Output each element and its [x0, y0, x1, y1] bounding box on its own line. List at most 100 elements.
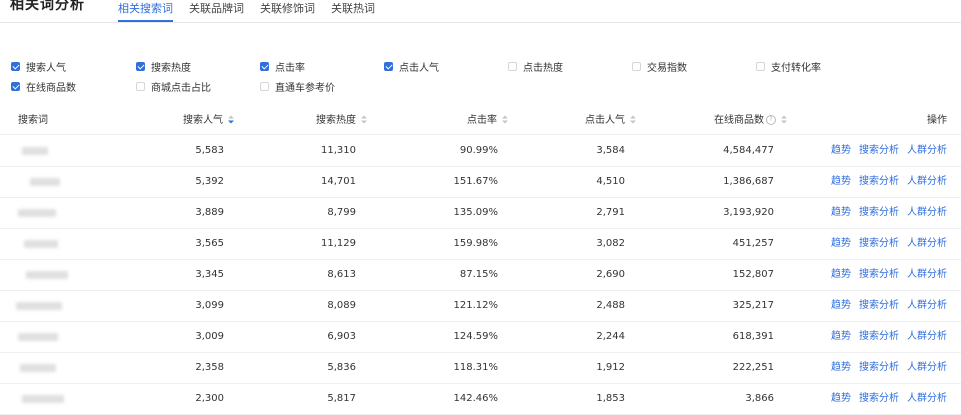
checkbox-label: 支付转化率	[771, 63, 821, 74]
row-actions: 趋势 搜索分析 人群分析	[823, 135, 947, 166]
cell-click-popularity: 1,912	[596, 362, 625, 373]
trend-link[interactable]: 趋势	[831, 331, 851, 342]
checkbox-icon[interactable]	[384, 62, 393, 71]
term-cell-redacted[interactable]	[26, 271, 68, 279]
table-header: 搜索词 搜索人气 搜索热度 点击率 点击人气 在线商品数? 操作	[0, 108, 961, 135]
column-header-label: 点击人气	[585, 115, 625, 126]
checkbox-icon[interactable]	[260, 82, 269, 91]
table-row: 3,889 8,799 135.09% 2,791 3,193,920 趋势 搜索分析 人群分…	[0, 197, 961, 229]
cell-search-heat: 8,799	[327, 207, 356, 218]
checkbox-icon[interactable]	[11, 62, 20, 71]
crowd-analysis-link[interactable]: 人群分析	[907, 176, 947, 187]
cell-online-items: 325,217	[732, 300, 774, 311]
trend-link[interactable]: 趋势	[831, 362, 851, 373]
crowd-analysis-link[interactable]: 人群分析	[907, 269, 947, 280]
checkbox-icon[interactable]	[11, 82, 20, 91]
row-actions: 趋势 搜索分析 人群分析	[823, 228, 947, 259]
crowd-analysis-link[interactable]: 人群分析	[907, 207, 947, 218]
cell-click-popularity: 3,082	[596, 238, 625, 249]
trend-link[interactable]: 趋势	[831, 207, 851, 218]
term-cell-redacted[interactable]	[18, 209, 56, 217]
tab-related-search-terms[interactable]: 相关搜索词	[118, 0, 173, 22]
crowd-analysis-link[interactable]: 人群分析	[907, 362, 947, 373]
sort-icon[interactable]	[781, 115, 787, 124]
metric-checkbox-ctr[interactable]: 点击率	[260, 59, 305, 74]
search-analysis-link[interactable]: 搜索分析	[859, 145, 899, 156]
crowd-analysis-link[interactable]: 人群分析	[907, 300, 947, 311]
metric-checkbox-ztc-ref-price[interactable]: 直通车参考价	[260, 79, 335, 94]
checkbox-icon[interactable]	[508, 62, 517, 71]
crowd-analysis-link[interactable]: 人群分析	[907, 238, 947, 249]
sort-icon[interactable]	[361, 115, 367, 124]
tab-related-brand-terms[interactable]: 关联品牌词	[189, 0, 244, 22]
term-cell-redacted[interactable]	[18, 333, 58, 341]
trend-link[interactable]: 趋势	[831, 393, 851, 404]
metric-checkbox-online-items[interactable]: 在线商品数	[11, 79, 76, 94]
table-row: 2,358 5,836 118.31% 1,912 222,251 趋势 搜索分析 人群分析	[0, 352, 961, 384]
search-analysis-link[interactable]: 搜索分析	[859, 331, 899, 342]
cell-online-items: 618,391	[732, 331, 774, 342]
metric-checkbox-mall-click-share[interactable]: 商城点击占比	[136, 79, 211, 94]
crowd-analysis-link[interactable]: 人群分析	[907, 393, 947, 404]
trend-link[interactable]: 趋势	[831, 269, 851, 280]
term-cell-redacted[interactable]	[16, 302, 62, 310]
column-header-search-heat[interactable]: 搜索热度	[316, 108, 367, 134]
metric-checkbox-search-heat[interactable]: 搜索热度	[136, 59, 191, 74]
search-analysis-link[interactable]: 搜索分析	[859, 238, 899, 249]
cell-ctr: 118.31%	[453, 362, 499, 373]
tab-related-modifier-terms[interactable]: 关联修饰词	[260, 0, 315, 22]
term-cell-redacted[interactable]	[30, 178, 60, 186]
column-header-actions: 操作	[927, 115, 947, 126]
checkbox-label: 交易指数	[647, 63, 687, 74]
sort-icon[interactable]	[630, 115, 636, 124]
search-analysis-link[interactable]: 搜索分析	[859, 362, 899, 373]
crowd-analysis-link[interactable]: 人群分析	[907, 145, 947, 156]
checkbox-label: 点击热度	[523, 63, 563, 74]
sort-icon[interactable]	[502, 115, 508, 124]
column-header-ctr[interactable]: 点击率	[467, 108, 508, 134]
term-cell-redacted[interactable]	[20, 364, 56, 372]
checkbox-label: 搜索人气	[26, 63, 66, 74]
cell-click-popularity: 2,690	[596, 269, 625, 280]
checkbox-icon[interactable]	[136, 62, 145, 71]
checkbox-icon[interactable]	[756, 62, 765, 71]
search-analysis-link[interactable]: 搜索分析	[859, 300, 899, 311]
table-row: 2,300 5,817 142.46% 1,853 3,866 趋势 搜索分析 人群分析	[0, 383, 961, 415]
term-cell-redacted[interactable]	[22, 395, 64, 403]
trend-link[interactable]: 趋势	[831, 238, 851, 249]
cell-search-popularity: 3,565	[195, 238, 224, 249]
tab-related-hot-terms[interactable]: 关联热词	[331, 0, 375, 22]
sort-desc-active-icon[interactable]	[228, 115, 234, 124]
cell-online-items: 4,584,477	[723, 145, 774, 156]
trend-link[interactable]: 趋势	[831, 176, 851, 187]
search-analysis-link[interactable]: 搜索分析	[859, 393, 899, 404]
metric-checkbox-search-popularity[interactable]: 搜索人气	[11, 59, 66, 74]
table-row: 3,009 6,903 124.59% 2,244 618,391 趋势 搜索分析 人群分析	[0, 321, 961, 353]
crowd-analysis-link[interactable]: 人群分析	[907, 331, 947, 342]
column-header-term: 搜索词	[18, 115, 48, 126]
term-cell-redacted[interactable]	[24, 240, 58, 248]
metric-checkbox-click-heat[interactable]: 点击热度	[508, 59, 563, 74]
search-analysis-link[interactable]: 搜索分析	[859, 269, 899, 280]
column-header-search-popularity[interactable]: 搜索人气	[183, 108, 234, 134]
column-header-click-popularity[interactable]: 点击人气	[585, 108, 636, 134]
column-header-label: 在线商品数	[714, 115, 764, 126]
checkbox-icon[interactable]	[136, 82, 145, 91]
metric-checkbox-trade-index[interactable]: 交易指数	[632, 59, 687, 74]
term-cell-redacted[interactable]	[22, 147, 48, 155]
metric-checkbox-pay-conversion[interactable]: 支付转化率	[756, 59, 821, 74]
search-analysis-link[interactable]: 搜索分析	[859, 207, 899, 218]
row-actions: 趋势 搜索分析 人群分析	[823, 259, 947, 290]
metric-checkbox-click-popularity[interactable]: 点击人气	[384, 59, 439, 74]
cell-ctr: 121.12%	[453, 300, 499, 311]
trend-link[interactable]: 趋势	[831, 300, 851, 311]
cell-search-popularity: 3,345	[195, 269, 224, 280]
checkbox-icon[interactable]	[632, 62, 641, 71]
search-analysis-link[interactable]: 搜索分析	[859, 176, 899, 187]
help-circle-icon[interactable]: ?	[766, 115, 776, 125]
column-header-online-items[interactable]: 在线商品数?	[714, 108, 787, 134]
checkbox-icon[interactable]	[260, 62, 269, 71]
row-actions: 趋势 搜索分析 人群分析	[823, 290, 947, 321]
trend-link[interactable]: 趋势	[831, 145, 851, 156]
checkbox-label: 点击率	[275, 63, 305, 74]
